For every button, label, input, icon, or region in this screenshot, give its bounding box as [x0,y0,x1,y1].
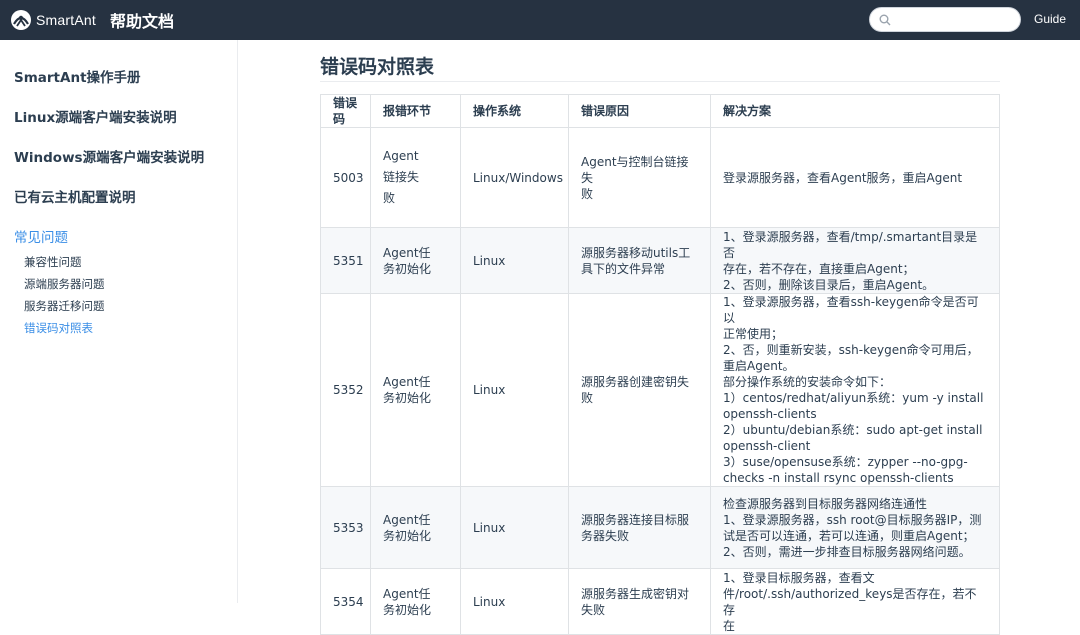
cell-solution: 1、登录源服务器，查看/tmp/.smartant目录是否 存在，若不存在，直接… [710,227,1000,294]
site-title[interactable]: 帮助文档 [110,8,174,32]
logo-text: SmartAnt [36,12,96,28]
top-navbar: SmartAnt 帮助文档 Guide [0,0,1080,40]
cell-os: Linux [460,486,569,569]
search-box[interactable] [869,7,1021,32]
column-header-stage: 报错环节 [370,94,461,128]
cell-code: 5003 [320,127,371,228]
cell-stage: Agent 链接失 败 [370,127,461,228]
column-header-cause: 错误原因 [568,94,711,128]
sidebar: SmartAnt操作手册 Linux源端客户端安装说明 Windows源端客户端… [0,40,238,603]
cell-cause: 源服务器移动utils工 具下的文件异常 [568,227,711,294]
cell-cause: 源服务器生成密钥对 失败 [568,568,711,635]
brand-logo[interactable]: SmartAnt [10,9,96,31]
sidebar-subitem-error-codes[interactable]: 错误码对照表 [24,320,93,336]
cell-stage: Agent任 务初始化 [370,486,461,569]
table-row: 5003 Agent 链接失 败 Linux/Windows Agent与控制台… [320,127,1000,228]
column-header-os: 操作系统 [460,94,569,128]
cell-code: 5353 [320,486,371,569]
cell-stage: Agent任 务初始化 [370,568,461,635]
search-input[interactable] [896,11,1014,29]
cell-os: Linux [460,293,569,487]
table-row: 5352 Agent任 务初始化 Linux 源服务器创建密钥失 败 1、登录源… [320,293,1000,487]
title-divider [320,81,1000,82]
cell-code: 5352 [320,293,371,487]
page-title: 错误码对照表 [320,56,435,78]
table-row: 5351 Agent任 务初始化 Linux 源服务器移动utils工 具下的文… [320,227,1000,294]
sidebar-item-windows-client[interactable]: Windows源端客户端安装说明 [14,146,204,166]
sidebar-subitem-compatibility[interactable]: 兼容性问题 [24,254,82,270]
table-header-row: 错误码 报错环节 操作系统 错误原因 解决方案 [320,94,1000,128]
ant-logo-icon [11,10,31,30]
cell-os: Linux/Windows [460,127,569,228]
search-icon [879,14,891,26]
sidebar-subitem-source-server[interactable]: 源端服务器问题 [24,276,105,292]
column-header-solution: 解决方案 [710,94,1000,128]
sidebar-item-smartant-manual[interactable]: SmartAnt操作手册 [14,66,141,86]
cell-cause: 源服务器连接目标服 务器失败 [568,486,711,569]
cell-code: 5354 [320,568,371,635]
sidebar-subitem-migration[interactable]: 服务器迁移问题 [24,298,105,314]
cell-cause: Agent与控制台链接失 败 [568,127,711,228]
cell-os: Linux [460,568,569,635]
sidebar-item-linux-client[interactable]: Linux源端客户端安装说明 [14,106,177,126]
column-header-code: 错误码 [320,94,371,128]
cell-os: Linux [460,227,569,294]
cell-solution: 1、登录源服务器，查看ssh-keygen命令是否可以 正常使用； 2、否，则重… [710,293,1000,487]
nav-link-guide[interactable]: Guide [1034,12,1066,26]
sidebar-item-faq[interactable]: 常见问题 [14,226,68,246]
cell-solution: 检查源服务器到目标服务器网络连通性 1、登录源服务器，ssh root@目标服务… [710,486,1000,569]
error-code-table: 错误码 报错环节 操作系统 错误原因 解决方案 5003 Agent 链接失 败… [320,94,1000,635]
sidebar-item-cloud-host[interactable]: 已有云主机配置说明 [14,186,136,206]
cell-code: 5351 [320,227,371,294]
table-row: 5353 Agent任 务初始化 Linux 源服务器连接目标服 务器失败 检查… [320,486,1000,569]
cell-stage: Agent任 务初始化 [370,293,461,487]
cell-solution: 登录源服务器，查看Agent服务，重启Agent [710,127,1000,228]
cell-cause: 源服务器创建密钥失 败 [568,293,711,487]
cell-stage: Agent任 务初始化 [370,227,461,294]
table-row: 5354 Agent任 务初始化 Linux 源服务器生成密钥对 失败 1、登录… [320,568,1000,635]
cell-solution: 1、登录目标服务器，查看文 件/root/.ssh/authorized_key… [710,568,1000,635]
